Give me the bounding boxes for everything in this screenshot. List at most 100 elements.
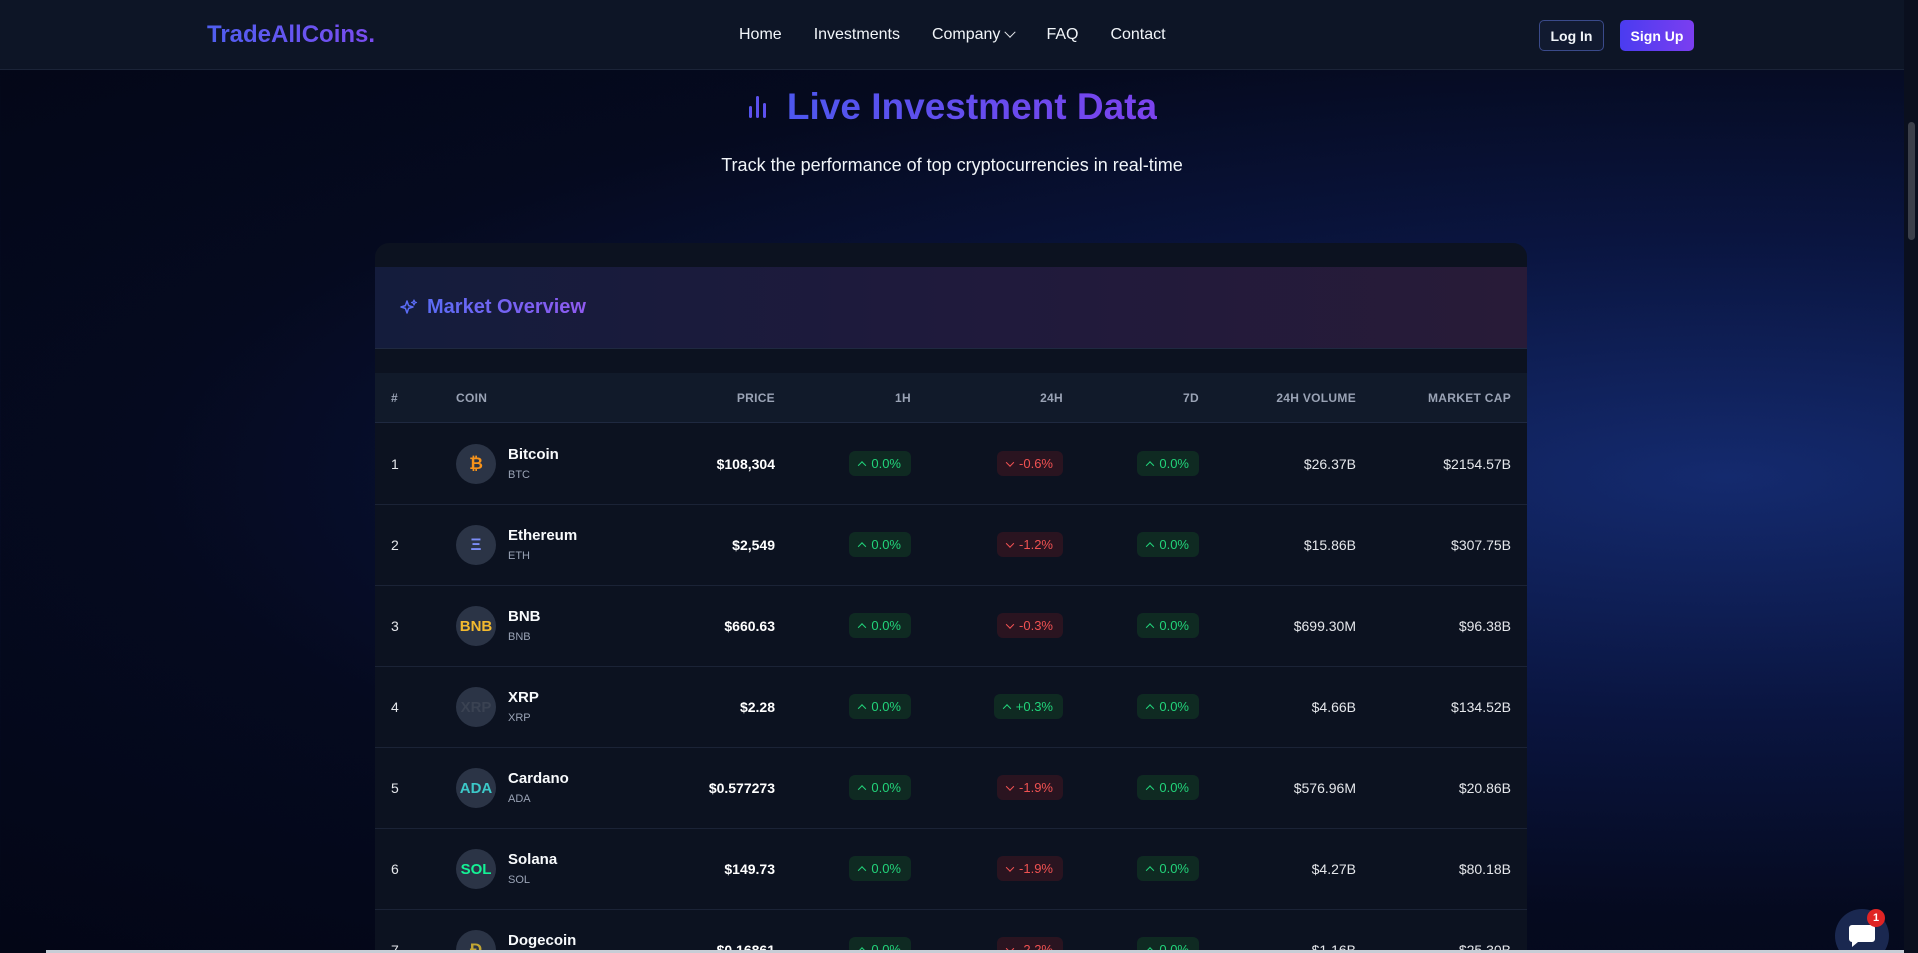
- col-header-rank: #: [391, 391, 398, 405]
- coin-name[interactable]: Solana: [508, 851, 557, 868]
- coin-market-cap: $96.38B: [1458, 618, 1511, 634]
- change-1h-badge: 0.0%: [849, 856, 911, 881]
- coin-volume: $576.96M: [1293, 780, 1356, 796]
- col-header-1h: 1H: [895, 391, 911, 405]
- coin-name[interactable]: Bitcoin: [508, 446, 559, 463]
- nav-link-faq[interactable]: FAQ: [1046, 26, 1078, 44]
- coin-market-cap: $134.52B: [1451, 699, 1511, 715]
- chat-bubble-icon: [1849, 925, 1875, 947]
- coin-name[interactable]: BNB: [508, 608, 541, 625]
- table-row[interactable]: 5 ADA Cardano ADA $0.577273 0.0% -1.9% 0…: [375, 748, 1527, 829]
- coin-logo-icon: XRP: [456, 687, 496, 727]
- change-7d-badge-value: 0.0%: [1159, 699, 1189, 714]
- chevron-up-icon: [858, 784, 867, 794]
- col-header-volume: 24H VOLUME: [1276, 391, 1356, 405]
- change-1h-badge: 0.0%: [849, 451, 911, 476]
- chevron-up-icon: [858, 865, 867, 875]
- coin-name[interactable]: Ethereum: [508, 527, 577, 544]
- bar-chart-icon: [748, 96, 766, 118]
- page-title: Live Investment Data: [786, 86, 1158, 127]
- change-24h-badge-value: +0.3%: [1015, 699, 1053, 714]
- login-button[interactable]: Log In: [1539, 20, 1604, 51]
- table-row[interactable]: 2 Ξ Ethereum ETH $2,549 0.0% -1.2% 0.0% …: [375, 505, 1527, 586]
- table-row[interactable]: 1 ₿ Bitcoin BTC $108,304 0.0% -0.6% 0.0%…: [375, 424, 1527, 505]
- change-24h-badge-value: -1.9%: [1019, 861, 1053, 876]
- coin-symbol: BTC: [508, 469, 530, 481]
- coin-price: $0.577273: [708, 780, 775, 796]
- change-24h-badge: -0.6%: [997, 451, 1063, 476]
- chevron-down-icon: [1005, 538, 1015, 548]
- coin-market-cap: $80.18B: [1458, 861, 1511, 877]
- scrollbar-thumb[interactable]: [1908, 122, 1915, 240]
- nav-link-home[interactable]: Home: [739, 26, 782, 44]
- coin-symbol: BNB: [508, 631, 531, 643]
- change-7d-badge-value: 0.0%: [1159, 780, 1189, 795]
- coin-rank: 4: [391, 699, 399, 715]
- change-1h-badge-value: 0.0%: [871, 699, 901, 714]
- chevron-down-icon: [1005, 457, 1015, 467]
- coin-market-cap: $307.75B: [1451, 537, 1511, 553]
- chevron-up-icon: [858, 541, 867, 551]
- table-header: # COIN PRICE 1H 24H 7D 24H VOLUME MARKET…: [375, 373, 1527, 423]
- coin-logo-icon: ₿: [456, 444, 496, 484]
- table-row[interactable]: 4 XRP XRP XRP $2.28 0.0% +0.3% 0.0% $4.6…: [375, 667, 1527, 748]
- change-1h-badge: 0.0%: [849, 775, 911, 800]
- page-scrollbar[interactable]: [1904, 0, 1918, 953]
- chevron-up-icon: [1146, 865, 1155, 875]
- coin-symbol: SOL: [508, 874, 531, 886]
- nav-link-company-label: Company: [931, 26, 1001, 43]
- signup-button[interactable]: Sign Up: [1620, 20, 1694, 51]
- chevron-down-icon: [1005, 619, 1015, 629]
- page-subtitle: Track the performance of top cryptocurre…: [721, 155, 1183, 175]
- sparkles-icon: [400, 298, 418, 314]
- coin-rank: 1: [391, 456, 399, 472]
- col-header-coin: COIN: [456, 391, 488, 405]
- change-24h-badge-value: -1.2%: [1019, 537, 1053, 552]
- change-24h-badge: -1.2%: [997, 532, 1063, 557]
- col-header-24h: 24H: [1040, 391, 1063, 405]
- coin-logo-icon: Ξ: [456, 525, 496, 565]
- change-7d-badge: 0.0%: [1137, 856, 1199, 881]
- change-1h-badge-value: 0.0%: [871, 618, 901, 633]
- coin-rank: 6: [391, 861, 399, 877]
- chevron-up-icon: [1146, 541, 1155, 551]
- nav-link-investments[interactable]: Investments: [814, 26, 900, 44]
- table-row[interactable]: 3 BNB BNB BNB $660.63 0.0% -0.3% 0.0% $6…: [375, 586, 1527, 667]
- chevron-up-icon: [858, 622, 867, 632]
- coin-name[interactable]: Cardano: [508, 770, 569, 787]
- chevron-down-icon: [1004, 26, 1017, 38]
- nav-link-company[interactable]: Company: [931, 26, 1017, 44]
- table-row[interactable]: 7 Ð Dogecoin DOGE $0.16861 0.0% -2.2% 0.…: [375, 910, 1527, 953]
- site-logo[interactable]: TradeAllCoins.: [207, 21, 375, 49]
- coin-price: $149.73: [724, 861, 775, 877]
- coin-name[interactable]: Dogecoin: [508, 932, 576, 949]
- market-card-header: Market Overview: [375, 267, 1527, 349]
- table-row[interactable]: 6 SOL Solana SOL $149.73 0.0% -1.9% 0.0%…: [375, 829, 1527, 910]
- coin-logo-icon: BNB: [456, 606, 496, 646]
- nav-link-contact[interactable]: Contact: [1110, 26, 1165, 44]
- col-header-market-cap: MARKET CAP: [1428, 391, 1511, 405]
- change-7d-badge-value: 0.0%: [1159, 861, 1189, 876]
- change-24h-badge: -1.9%: [997, 856, 1063, 881]
- coin-rank: 2: [391, 537, 399, 553]
- change-7d-badge: 0.0%: [1137, 532, 1199, 557]
- coin-rank: 5: [391, 780, 399, 796]
- change-7d-badge-value: 0.0%: [1159, 618, 1189, 633]
- nav-links: Home Investments Company FAQ Contact: [739, 0, 1166, 70]
- col-header-7d: 7D: [1183, 391, 1199, 405]
- chevron-up-icon: [1146, 703, 1155, 713]
- chevron-up-icon: [1002, 703, 1012, 713]
- coin-rank: 3: [391, 618, 399, 634]
- change-24h-badge: -0.3%: [997, 613, 1063, 638]
- change-24h-badge-value: -0.6%: [1019, 456, 1053, 471]
- change-1h-badge-value: 0.0%: [871, 537, 901, 552]
- chevron-up-icon: [1146, 622, 1155, 632]
- hero-title: Live Investment Data: [0, 86, 1904, 128]
- market-card: Market Overview # COIN PRICE 1H 24H 7D 2…: [375, 243, 1527, 953]
- change-1h-badge-value: 0.0%: [871, 861, 901, 876]
- coin-logo-icon: ADA: [456, 768, 496, 808]
- change-1h-badge: 0.0%: [849, 613, 911, 638]
- coin-name[interactable]: XRP: [508, 689, 539, 706]
- coin-market-cap: $2154.57B: [1443, 456, 1511, 472]
- chevron-up-icon: [858, 703, 867, 713]
